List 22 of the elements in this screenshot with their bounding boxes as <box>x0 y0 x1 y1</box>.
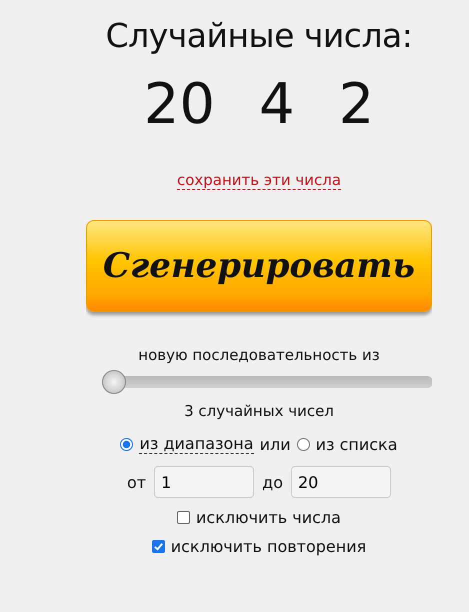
checkbox-label[interactable]: исключить повторения <box>170 537 366 556</box>
page-title: Случайные числа: <box>106 16 412 55</box>
sequence-label: новую последовательность из <box>138 346 380 364</box>
or-text: или <box>260 434 291 454</box>
checkbox[interactable] <box>152 540 165 553</box>
to-field[interactable]: 20 <box>290 466 391 498</box>
radio-label[interactable]: из списка <box>316 434 398 454</box>
random-number: 4 <box>258 71 295 139</box>
radio-button[interactable] <box>120 438 134 450</box>
count-label: 3 случайных чисел <box>184 402 334 420</box>
checkbox-label[interactable]: исключить числа <box>196 508 341 527</box>
to-label: до <box>262 472 283 492</box>
random-number: 2 <box>338 71 374 139</box>
from-field[interactable]: 1 <box>154 466 254 498</box>
radio-label[interactable]: из диапазона <box>139 434 254 454</box>
checkbox[interactable] <box>177 511 190 524</box>
save-link[interactable]: сохранить эти числа <box>176 171 342 190</box>
radio-button[interactable] <box>296 438 310 450</box>
generate-button[interactable]: Сгенерировать <box>86 220 432 312</box>
from-label: от <box>127 472 146 492</box>
random-number: 20 <box>144 71 215 139</box>
slider-thumb[interactable] <box>102 370 126 394</box>
